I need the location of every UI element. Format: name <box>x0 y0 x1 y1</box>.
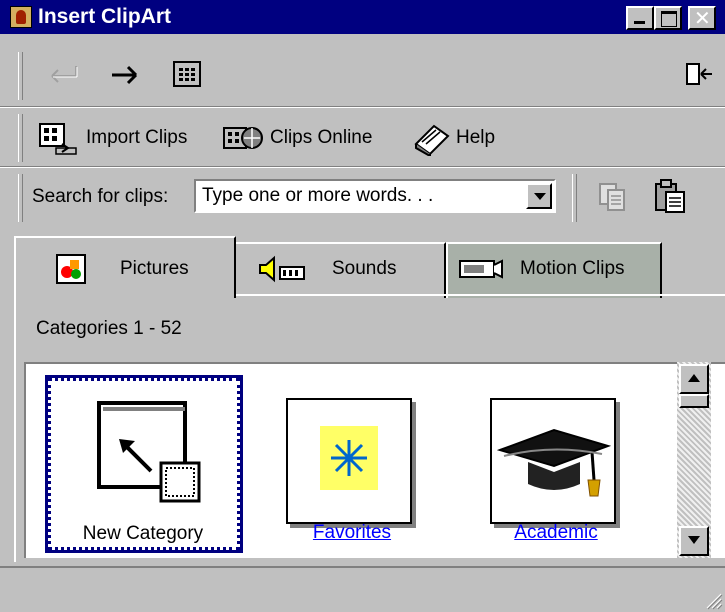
clips-online-label: Clips Online <box>270 127 373 148</box>
tab-motion-clips-label: Motion Clips <box>520 258 625 279</box>
search-combobox[interactable]: Type one or more words. . . <box>194 179 556 213</box>
categories-heading: Categories 1 - 52 <box>36 318 182 339</box>
back-arrow-icon <box>51 66 78 83</box>
change-to-small-window-button[interactable] <box>684 60 714 90</box>
maximize-icon <box>661 11 677 27</box>
copy-icon <box>599 183 625 211</box>
category-thumbnail <box>286 398 412 524</box>
category-thumbnail <box>79 397 205 523</box>
search-dropdown-button[interactable] <box>526 183 552 209</box>
paste-button[interactable] <box>652 178 688 214</box>
category-new-category[interactable]: New Category <box>45 375 243 553</box>
category-thumbnail <box>490 398 616 524</box>
star-icon <box>320 426 378 490</box>
minimize-button[interactable] <box>626 6 654 30</box>
title-bar: Insert ClipArt ✕ <box>0 0 725 34</box>
category-favorites[interactable]: Favorites <box>272 374 432 554</box>
new-category-icon <box>97 401 201 503</box>
speaker-icon <box>259 255 305 283</box>
toolbar-grip <box>18 52 23 100</box>
clips-online-icon <box>223 127 263 149</box>
copy-button[interactable] <box>596 180 632 214</box>
tab-motion-clips[interactable]: Motion Clips <box>446 242 662 298</box>
search-input[interactable]: Type one or more words. . . <box>202 185 433 207</box>
tab-pictures-label: Pictures <box>120 258 189 279</box>
window-title: Insert ClipArt <box>38 5 172 28</box>
category-label[interactable]: Favorites <box>272 522 432 544</box>
category-label: New Category <box>82 523 204 544</box>
toolbar-grip <box>572 174 577 222</box>
scroll-up-button[interactable] <box>679 364 709 394</box>
maximize-button[interactable] <box>654 6 682 30</box>
camera-icon <box>459 259 503 279</box>
clips-online-button[interactable]: Clips Online <box>222 118 392 156</box>
paste-icon <box>655 179 685 213</box>
grid-icon <box>173 61 201 87</box>
help-label: Help <box>456 127 496 148</box>
category-label[interactable]: Academic <box>476 522 636 544</box>
pictures-icon <box>56 254 86 284</box>
search-label: Search for clips: <box>32 186 169 207</box>
import-clips-icon <box>39 123 77 155</box>
vertical-scrollbar[interactable] <box>677 362 711 558</box>
back-button[interactable] <box>48 60 82 90</box>
category-list[interactable]: New Category Favorites Academic <box>24 362 725 558</box>
close-icon: ✕ <box>694 6 711 30</box>
forward-button[interactable] <box>108 60 142 90</box>
tab-sounds-label: Sounds <box>332 258 397 279</box>
size-grip-icon[interactable] <box>703 590 723 610</box>
close-button[interactable]: ✕ <box>688 6 716 30</box>
help-button[interactable]: Help <box>412 118 512 156</box>
all-categories-button[interactable] <box>172 60 204 90</box>
import-clips-button[interactable]: Import Clips <box>38 118 200 156</box>
category-academic[interactable]: Academic <box>476 374 636 554</box>
graduation-cap-icon <box>496 428 612 497</box>
toolbar-separator <box>0 166 725 168</box>
tab-pictures[interactable]: Pictures <box>14 236 236 298</box>
arrow-down-icon <box>688 536 700 544</box>
clipart-app-icon[interactable] <box>10 6 32 28</box>
import-clips-label: Import Clips <box>86 127 188 148</box>
toolbar-separator <box>0 106 725 108</box>
arrow-up-icon <box>688 374 700 382</box>
status-bar <box>0 566 725 612</box>
scroll-down-button[interactable] <box>679 526 709 556</box>
tab-sounds[interactable]: Sounds <box>234 242 446 298</box>
scroll-thumb[interactable] <box>679 394 709 408</box>
help-book-icon <box>414 124 450 156</box>
forward-arrow-icon <box>112 65 138 85</box>
minimize-icon <box>634 21 645 24</box>
restore-window-icon <box>686 63 712 85</box>
toolbar-grip <box>18 174 23 222</box>
toolbar-grip <box>18 114 23 162</box>
